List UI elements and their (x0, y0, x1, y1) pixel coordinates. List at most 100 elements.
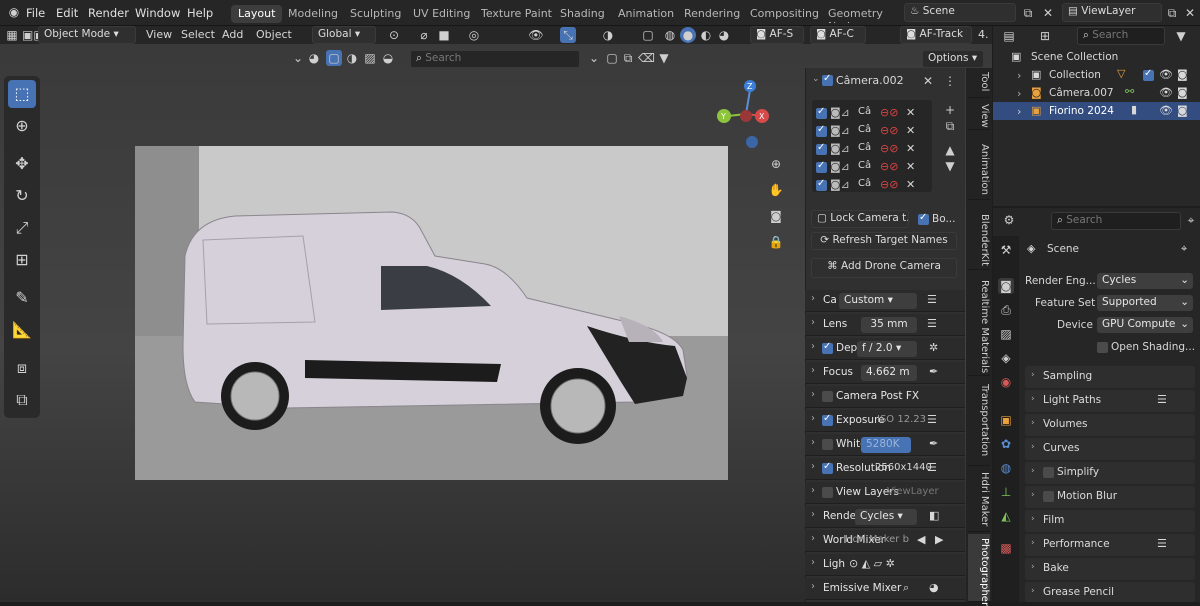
copy-item-icon[interactable]: ⧉ (942, 118, 958, 134)
simplify-checkbox[interactable] (1043, 467, 1054, 478)
resolution-checkbox[interactable] (822, 461, 833, 474)
remove-icon[interactable]: ✕ (906, 106, 915, 119)
shading-mode-icon[interactable]: ▢ (326, 50, 342, 66)
eye-icon[interactable]: 👁 (1159, 104, 1173, 117)
snap-target-icon[interactable]: ■ (436, 27, 452, 43)
outliner-collection[interactable]: › ▣ Collection ▽ 👁 ◙ (993, 66, 1200, 84)
dof-checkbox[interactable] (822, 341, 833, 354)
editor-type-icon[interactable]: ▤ (1001, 28, 1017, 44)
render-icon[interactable]: ◧ (929, 509, 939, 522)
filter-options-icon[interactable]: ⌄ (586, 50, 602, 66)
chevron-right-icon[interactable]: › (1017, 69, 1021, 82)
viewport-search-input[interactable]: ⌕ Search (410, 50, 580, 68)
select-mode-icons[interactable]: ▣▣▣ (22, 27, 56, 43)
filter-icon[interactable]: ▼ (1173, 28, 1189, 44)
row-lens[interactable]: › Lens 35 mm ☰ (805, 314, 965, 336)
properties-search-input[interactable]: ⌕ Search (1051, 212, 1181, 230)
pan-hand-icon[interactable]: ✋ (768, 182, 784, 198)
menu-window[interactable]: Window (135, 6, 180, 20)
tool-tab-icon[interactable]: ⚒ (998, 242, 1014, 258)
menu-file[interactable]: File (26, 6, 45, 20)
tab-realtime-materials[interactable]: Realtime Materials (968, 276, 990, 376)
cursor-tool-icon[interactable]: ⊕ (8, 112, 36, 140)
scale-tool-icon[interactable]: ⤢ (8, 214, 36, 242)
output-tab-icon[interactable]: ⎙ (998, 302, 1014, 318)
menu-edit[interactable]: Edit (56, 6, 78, 20)
tab-animation[interactable]: Animation (611, 5, 681, 23)
outliner-scene-collection[interactable]: ▣ Scene Collection (993, 48, 1200, 66)
chevron-right-icon[interactable]: › (1017, 105, 1021, 118)
target-icon[interactable]: ⊖⊘ (880, 106, 898, 119)
tab-geometry-nodes[interactable]: Geometry Nod (821, 5, 901, 23)
material-mode-icon[interactable]: ◑ (344, 50, 360, 66)
row-depth-of-field[interactable]: › Depf / 2.0 ▾ ✲ (805, 338, 965, 360)
tab-sculpting[interactable]: Sculpting (343, 5, 408, 23)
transform-tool-icon[interactable]: ⊞ (8, 246, 36, 274)
previous-icon[interactable]: ◀ (917, 533, 925, 546)
tab-compositing[interactable]: Compositing (743, 5, 826, 23)
render-mode-icon[interactable]: ◒ (380, 50, 396, 66)
section-light-paths[interactable]: › Light Paths ☰ (1025, 390, 1195, 412)
outliner-fiorino[interactable]: › ▣ Fiorino 2024 ▮ 👁 ◙ (993, 102, 1200, 120)
lock-icon[interactable]: 🔒 (768, 234, 784, 250)
section-curves[interactable]: › Curves (1025, 438, 1195, 460)
chevron-right-icon[interactable]: › (1017, 87, 1021, 100)
target-icon[interactable]: ⊖⊘ (880, 124, 898, 137)
exposure-checkbox[interactable] (822, 413, 833, 426)
row-white-balance[interactable]: › White 5280K ✒ (805, 434, 965, 456)
menu-help[interactable]: Help (187, 6, 213, 20)
annotate-tool-icon[interactable]: ✎ (8, 284, 36, 312)
navigation-gizmo[interactable]: Z X Y (716, 78, 780, 150)
camera-render-icon[interactable]: ◙ (1177, 68, 1188, 81)
menu-object[interactable]: Object (256, 28, 292, 41)
new-viewlayer-icon[interactable]: ⧉ (1164, 5, 1180, 21)
section-sampling[interactable]: › Sampling (1025, 366, 1195, 388)
row-world-mixer[interactable]: ›World MixerHdri Maker b...◀▶ (805, 530, 965, 552)
editor-type-icon[interactable]: ⚙ (1001, 212, 1017, 228)
display-mode-icon[interactable]: ⊞ (1037, 28, 1053, 44)
tab-modeling[interactable]: Modeling (281, 5, 345, 23)
light-icons[interactable]: ⊙ ◭ ▱ ✲ (849, 557, 895, 570)
target-icon[interactable]: ⊖⊘ (880, 142, 898, 155)
render-tab-icon[interactable]: ◙ (998, 278, 1014, 294)
target-icon[interactable]: ⊖⊘ (880, 160, 898, 173)
remove-icon[interactable]: ✕ (906, 124, 915, 137)
section-bake[interactable]: › Bake (1025, 558, 1195, 580)
row-render[interactable]: › Rende Cycles ▾ ◧ (805, 506, 965, 528)
add-item-icon[interactable]: + (942, 102, 958, 118)
tab-uv-editing[interactable]: UV Editing (406, 5, 477, 23)
open-shading-checkbox[interactable] (1097, 342, 1108, 353)
lens-field[interactable]: 35 mm (861, 317, 917, 333)
list-icon[interactable]: ☰ (1157, 537, 1167, 550)
row-focus[interactable]: › Focus 4.662 m ✒ (805, 362, 965, 384)
camera-checkbox[interactable] (822, 73, 833, 86)
chevron-down-icon[interactable]: ⌄ (812, 74, 820, 84)
modifier-tab-icon[interactable]: ✿ (998, 436, 1014, 452)
move-tool-icon[interactable]: ✥ (8, 150, 36, 178)
item-checkbox[interactable] (816, 106, 827, 119)
row-lights[interactable]: › Ligh ⊙ ◭ ▱ ✲ (805, 554, 965, 576)
remove-icon[interactable]: ✕ (906, 178, 915, 191)
render-engine-dropdown[interactable]: Cycles ▾ (855, 509, 917, 525)
duplicate-icon[interactable]: ⧉ (620, 50, 636, 66)
camera-preset-dropdown[interactable]: Custom ▾ (839, 293, 917, 309)
add-drone-camera-button[interactable]: ⌘ Add Drone Camera (811, 258, 957, 278)
exclude-checkbox[interactable] (1143, 68, 1154, 81)
tab-view[interactable]: View (968, 100, 990, 130)
section-performance[interactable]: › Performance ☰ (1025, 534, 1195, 556)
solid-shading-icon[interactable]: ● (680, 27, 696, 43)
physics-tab-icon[interactable]: ◍ (998, 460, 1014, 476)
select-box-tool-icon[interactable]: ⬚ (8, 80, 36, 108)
row-camera-post-fx[interactable]: › Camera Post FX (805, 386, 965, 408)
post-fx-checkbox[interactable] (822, 391, 833, 402)
list-icon[interactable]: ☰ (927, 461, 937, 474)
search-icon[interactable]: ⌕ (903, 581, 909, 595)
snap-icon[interactable]: ⌀ (416, 27, 432, 43)
world-tab-icon[interactable]: ◉ (998, 374, 1014, 390)
row-view-layers[interactable]: › View Layers ViewLayer (805, 482, 965, 504)
data-tab-icon[interactable]: ◭ (998, 508, 1014, 524)
camera-view-icon[interactable]: ◙ (768, 208, 784, 224)
bo-checkbox[interactable] (918, 212, 929, 225)
object-mode-dropdown[interactable]: Object Mode ▾ (38, 26, 136, 44)
row-emissive-mixer[interactable]: › Emissive Mixer ⌕ ◕ (805, 578, 965, 600)
